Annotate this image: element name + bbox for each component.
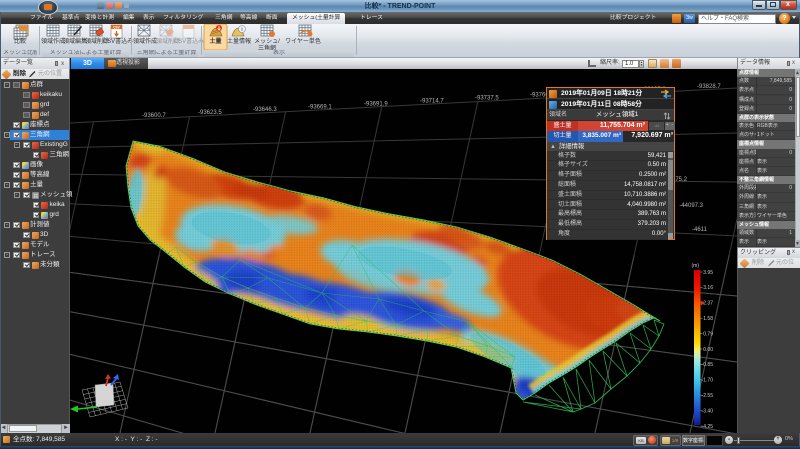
- svg-text:(m): (m): [692, 263, 700, 269]
- svg-text:-93737.5: -93737.5: [475, 96, 499, 102]
- svg-text:-93828.7: -93828.7: [697, 84, 721, 90]
- svg-text:-3.40: -3.40: [702, 408, 714, 414]
- svg-text:2.37: 2.37: [703, 301, 713, 307]
- svg-text:-93623.5: -93623.5: [198, 110, 222, 116]
- svg-text:CSV: CSV: [113, 25, 120, 29]
- svg-text:-4611: -4611: [692, 227, 708, 233]
- svg-text:3.95: 3.95: [703, 270, 713, 276]
- svg-text:0.79: 0.79: [703, 331, 713, 337]
- svg-text:-44097.3: -44097.3: [679, 203, 703, 209]
- svg-text:-93669.1: -93669.1: [308, 104, 332, 110]
- svg-text:1.58: 1.58: [703, 316, 713, 322]
- svg-text:-4.25: -4.25: [702, 424, 714, 430]
- svg-text:-2.55: -2.55: [702, 393, 714, 399]
- svg-text:3.16: 3.16: [703, 285, 713, 291]
- svg-text:-93714.7: -93714.7: [420, 99, 444, 105]
- svg-text:-93691.9: -93691.9: [364, 101, 388, 107]
- svg-text:-1.70: -1.70: [702, 378, 714, 384]
- svg-text:-93600.7: -93600.7: [142, 113, 166, 119]
- svg-text:0.00: 0.00: [703, 347, 713, 353]
- svg-text:-93646.3: -93646.3: [253, 107, 277, 113]
- svg-text:-0.85: -0.85: [702, 362, 714, 368]
